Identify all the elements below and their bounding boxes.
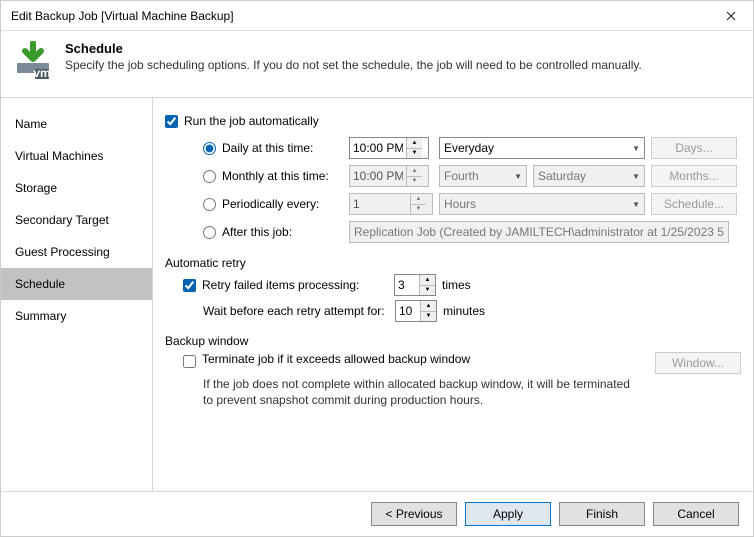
- chevron-down-icon: ▼: [632, 144, 640, 153]
- daily-scope-combo[interactable]: Everyday ▼: [439, 137, 645, 159]
- wizard-header: vm Schedule Specify the job scheduling o…: [1, 31, 753, 98]
- after-job-value: Replication Job (Created by JAMILTECH\ad…: [354, 225, 724, 239]
- monthly-day-combo: Saturday ▼: [533, 165, 645, 187]
- sidebar-item-storage[interactable]: Storage: [1, 172, 152, 204]
- chevron-down-icon: ▼: [514, 172, 522, 181]
- monthly-time-field: ▲▼: [349, 165, 429, 187]
- after-job-combo: Replication Job (Created by JAMILTECH\ad…: [349, 221, 729, 243]
- titlebar: Edit Backup Job [Virtual Machine Backup]: [1, 1, 753, 31]
- backup-window-section: Backup window: [165, 334, 741, 348]
- sidebar-item-name[interactable]: Name: [1, 108, 152, 140]
- wait-label: Wait before each retry attempt for:: [203, 304, 389, 318]
- periodic-spinner: ▲▼: [410, 194, 426, 214]
- retry-checkbox[interactable]: [183, 279, 196, 292]
- page-title: Schedule: [65, 41, 642, 56]
- chevron-down-icon: ▼: [632, 200, 640, 209]
- wait-value-field[interactable]: ▲▼: [395, 300, 437, 322]
- periodic-unit-value: Hours: [444, 197, 476, 211]
- terminate-checkbox[interactable]: [183, 355, 196, 368]
- daily-time-spinner[interactable]: ▲▼: [406, 138, 422, 158]
- daily-label: Daily at this time:: [222, 141, 313, 155]
- monthly-ordinal-value: Fourth: [444, 169, 479, 183]
- sidebar-item-schedule[interactable]: Schedule: [1, 268, 152, 300]
- terminate-label: Terminate job if it exceeds allowed back…: [202, 352, 512, 366]
- sidebar-item-virtual-machines[interactable]: Virtual Machines: [1, 140, 152, 172]
- close-button[interactable]: [708, 1, 753, 31]
- finish-button[interactable]: Finish: [559, 502, 645, 526]
- monthly-day-value: Saturday: [538, 169, 586, 183]
- periodic-radio[interactable]: [203, 198, 216, 211]
- monthly-time-input: [350, 166, 406, 186]
- svg-text:vm: vm: [33, 66, 50, 80]
- automatic-retry-section: Automatic retry: [165, 256, 741, 270]
- retry-count-spinner[interactable]: ▲▼: [419, 275, 435, 295]
- run-automatically-label: Run the job automatically: [184, 114, 319, 128]
- wait-value-input[interactable]: [396, 301, 420, 321]
- periodic-value-field: ▲▼: [349, 193, 433, 215]
- after-job-radio[interactable]: [203, 226, 216, 239]
- sidebar-item-summary[interactable]: Summary: [1, 300, 152, 332]
- monthly-ordinal-combo: Fourth ▼: [439, 165, 527, 187]
- days-button[interactable]: Days...: [651, 137, 737, 159]
- retry-label: Retry failed items processing:: [202, 278, 388, 292]
- monthly-radio[interactable]: [203, 170, 216, 183]
- page-description: Specify the job scheduling options. If y…: [65, 58, 642, 72]
- chevron-down-icon[interactable]: ▼: [406, 149, 422, 159]
- close-icon: [726, 11, 736, 21]
- window-title: Edit Backup Job [Virtual Machine Backup]: [11, 9, 234, 23]
- periodic-label: Periodically every:: [222, 197, 319, 211]
- backup-window-description: If the job does not complete within allo…: [203, 376, 633, 408]
- chevron-down-icon: ▼: [632, 172, 640, 181]
- sidebar-item-guest-processing[interactable]: Guest Processing: [1, 236, 152, 268]
- run-automatically-checkbox[interactable]: [165, 115, 178, 128]
- chevron-up-icon[interactable]: ▲: [406, 138, 422, 149]
- periodic-unit-combo: Hours ▼: [439, 193, 645, 215]
- wait-value-spinner[interactable]: ▲▼: [420, 301, 436, 321]
- window-button: Window...: [655, 352, 741, 374]
- daily-time-input[interactable]: [350, 138, 406, 158]
- periodic-value-input: [350, 194, 410, 214]
- wizard-footer: < Previous Apply Finish Cancel: [1, 491, 753, 536]
- apply-button[interactable]: Apply: [465, 502, 551, 526]
- retry-count-field[interactable]: ▲▼: [394, 274, 436, 296]
- after-job-label: After this job:: [222, 225, 292, 239]
- months-button: Months...: [651, 165, 737, 187]
- daily-scope-value: Everyday: [444, 141, 494, 155]
- monthly-label: Monthly at this time:: [222, 169, 329, 183]
- schedule-vm-icon: vm: [13, 41, 53, 81]
- monthly-time-spinner: ▲▼: [406, 166, 422, 186]
- wait-minutes-label: minutes: [443, 304, 485, 318]
- wizard-sidebar: Name Virtual Machines Storage Secondary …: [1, 98, 153, 491]
- cancel-button[interactable]: Cancel: [653, 502, 739, 526]
- retry-times-label: times: [442, 278, 471, 292]
- content-panel: Run the job automatically Daily at this …: [153, 98, 753, 491]
- retry-count-input[interactable]: [395, 275, 419, 295]
- sidebar-item-secondary-target[interactable]: Secondary Target: [1, 204, 152, 236]
- previous-button[interactable]: < Previous: [371, 502, 457, 526]
- schedule-button: Schedule...: [651, 193, 737, 215]
- daily-time-field[interactable]: ▲▼: [349, 137, 429, 159]
- daily-radio[interactable]: [203, 142, 216, 155]
